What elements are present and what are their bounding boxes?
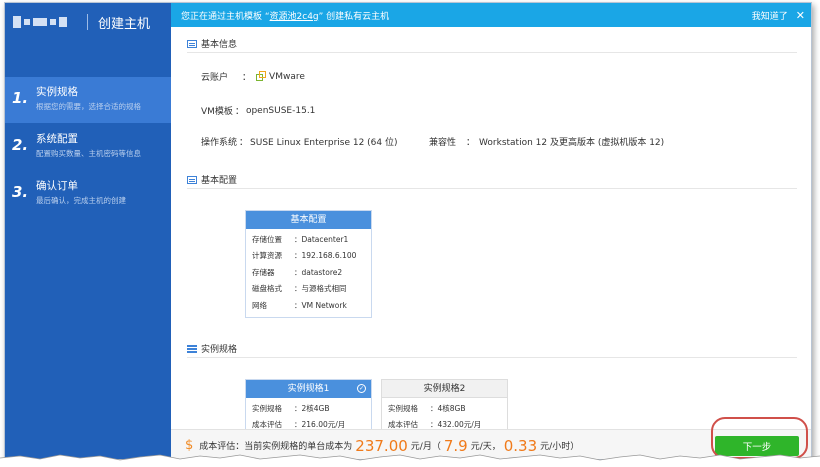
section-basic-config: 基本配置: [187, 173, 237, 186]
step-description: 配置购买数量、主机密码等信息: [36, 149, 141, 158]
section-instance-spec: 实例规格: [187, 342, 237, 355]
compat-label: 兼容性: [429, 138, 457, 148]
brand-logo: [13, 15, 73, 29]
section-divider: [187, 52, 797, 53]
account-label: 云账户: [201, 73, 229, 83]
cost-label: 成本评估：当前实例规格的单台成本为: [199, 442, 353, 452]
template-link[interactable]: 资源池2c4g: [270, 9, 319, 22]
section-title: 基本信息: [201, 40, 238, 50]
config-row: 存储器： datastore2: [252, 267, 343, 277]
spec-row: 实例规格： 4核8GB: [388, 403, 466, 413]
banner-prefix: 您正在通过主机模板 “: [181, 11, 270, 22]
vmware-icon: [256, 71, 267, 82]
sidebar-header: 创建主机: [5, 3, 171, 41]
sidebar: 创建主机 1. 实例规格 根据您的需要，选择合适的规格 2. 系统配置 配置购买…: [5, 3, 171, 459]
header-divider: [87, 14, 88, 30]
compat-row: 兼容性： Workstation 12 及更高版本 (虚拟机版本 12): [429, 135, 664, 148]
step-number: 1.: [12, 89, 29, 107]
card-title: 实例规格1 ✓: [246, 380, 371, 398]
torn-edge: [0, 454, 820, 467]
main-content: 基本信息 云账户： VMware VM模板： openSUSE-15.1 操作系…: [171, 27, 811, 459]
account-row: 云账户： VMware: [201, 71, 305, 83]
step-title: 实例规格: [36, 86, 78, 98]
step-description: 最后确认，完成主机的创建: [36, 196, 126, 205]
config-row: 磁盘格式：与源格式相同: [252, 284, 347, 294]
dismiss-link[interactable]: 我知道了: [752, 9, 788, 22]
template-row: VM模板： openSUSE-15.1: [201, 105, 316, 118]
monthly-unit: 元/月（: [410, 442, 441, 452]
step-instance-spec[interactable]: 1. 实例规格 根据您的需要，选择合适的规格: [5, 77, 171, 123]
page-title: 创建主机: [98, 16, 151, 32]
account-value: VMware: [269, 71, 305, 82]
card-title: 基本配置: [246, 211, 371, 229]
info-card-icon: [187, 39, 197, 48]
daily-unit: 元/天，: [470, 442, 501, 452]
step-title: 系统配置: [36, 133, 78, 145]
config-row: 网络： VM Network: [252, 300, 347, 310]
section-divider: [187, 357, 797, 358]
step-number: 2.: [12, 136, 29, 154]
section-basic-info: 基本信息: [187, 37, 237, 50]
selected-check-icon: ✓: [357, 384, 366, 393]
step-system-config[interactable]: 2. 系统配置 配置购买数量、主机密码等信息: [5, 124, 171, 170]
section-title: 实例规格: [201, 345, 238, 355]
compat-value: Workstation 12 及更高版本 (虚拟机版本 12): [479, 138, 665, 148]
step-description: 根据您的需要，选择合适的规格: [36, 102, 141, 111]
step-title: 确认订单: [36, 180, 78, 192]
card-title: 实例规格2: [382, 380, 507, 398]
config-row: 存储位置： Datacenter1: [252, 234, 349, 244]
step-confirm-order[interactable]: 3. 确认订单 最后确认，完成主机的创建: [5, 171, 171, 217]
basic-config-card: 基本配置 存储位置： Datacenter1 计算资源： 192.168.6.100…: [245, 210, 372, 318]
banner-actions: 我知道了 ✕: [752, 3, 805, 27]
spec-card-2[interactable]: 实例规格2 实例规格： 4核8GB 成本评估： 432.00元/月: [381, 379, 508, 436]
step-number: 3.: [12, 183, 29, 201]
section-title: 基本配置: [201, 176, 238, 186]
list-icon: [187, 344, 197, 353]
template-value: openSUSE-15.1: [245, 105, 316, 116]
config-card-icon: [187, 175, 197, 184]
template-notice-banner: 您正在通过主机模板 “资源池2c4g” 创建私有云主机 我知道了 ✕: [171, 3, 811, 27]
close-icon[interactable]: ✕: [796, 9, 805, 22]
spec-row: 实例规格： 2核4GB: [252, 403, 330, 413]
config-row: 计算资源： 192.168.6.100: [252, 251, 357, 261]
template-label: VM模板: [201, 107, 233, 117]
app-window: 创建主机 1. 实例规格 根据您的需要，选择合适的规格 2. 系统配置 配置购买…: [4, 2, 812, 460]
dollar-icon: $: [185, 438, 194, 453]
os-row: 操作系统： SUSE Linux Enterprise 12 (64 位): [201, 135, 398, 148]
spec-card-1[interactable]: 实例规格1 ✓ 实例规格： 2核4GB 成本评估： 216.00元/月: [245, 379, 372, 436]
section-divider: [187, 188, 797, 189]
os-label: 操作系统: [201, 138, 238, 148]
banner-suffix: ” 创建私有云主机: [318, 11, 390, 22]
hourly-unit: 元/小时）: [540, 442, 580, 452]
os-value: SUSE Linux Enterprise 12 (64 位): [250, 138, 398, 148]
